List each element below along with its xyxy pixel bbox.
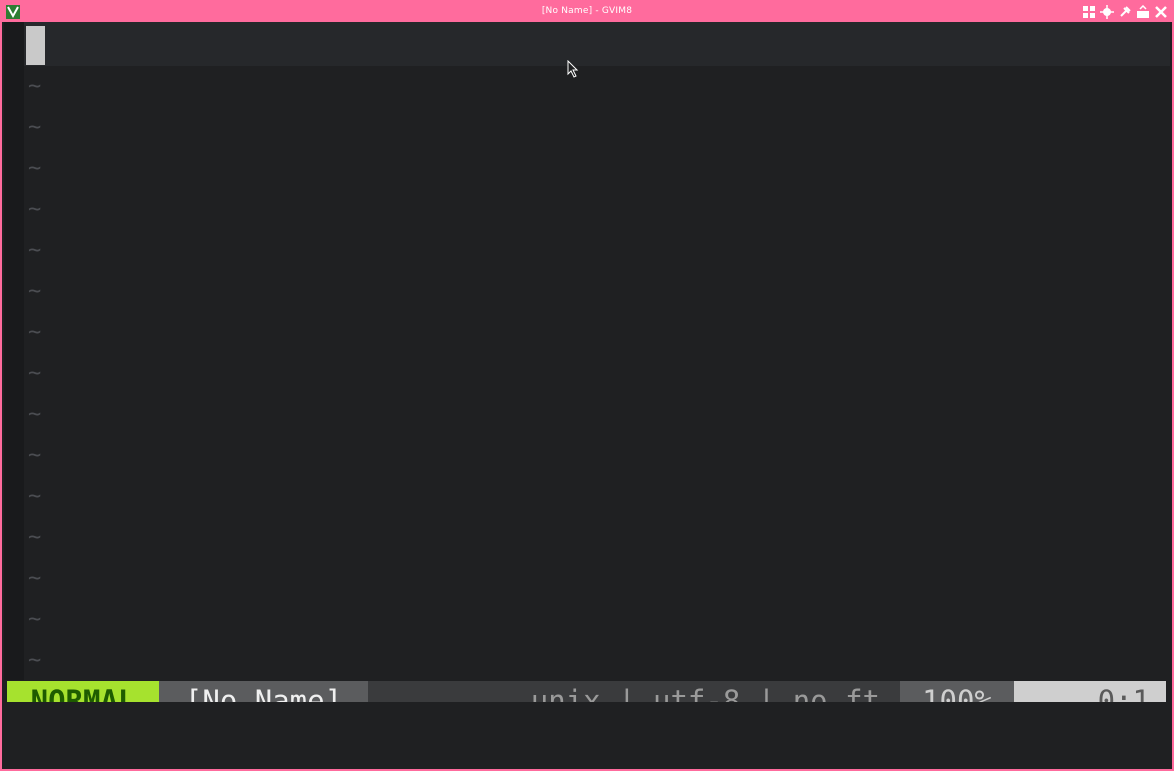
sign-column <box>4 22 24 680</box>
maximize-icon[interactable] <box>1136 5 1150 19</box>
empty-line-tilde: ~ <box>28 525 42 550</box>
empty-line-tilde: ~ <box>28 566 42 591</box>
empty-line-tilde: ~ <box>28 279 42 304</box>
empty-line-tilde: ~ <box>28 115 42 140</box>
tile-icon[interactable] <box>1082 5 1096 19</box>
title-bar[interactable]: [No Name] - GVIM8 <box>2 2 1172 22</box>
editor-area[interactable]: ~ ~ ~ ~ ~ ~ ~ ~ ~ ~ ~ ~ ~ ~ ~ NORMAL [No Name] unix | … <box>4 22 1172 767</box>
empty-line-tilde: ~ <box>28 74 42 99</box>
empty-line-tilde: ~ <box>28 320 42 345</box>
pin-icon[interactable] <box>1118 5 1132 19</box>
close-icon[interactable] <box>1154 5 1168 19</box>
empty-line-tilde: ~ <box>28 402 42 427</box>
cursor-line[interactable] <box>24 22 1170 66</box>
window-controls <box>1082 4 1168 20</box>
empty-line-tilde: ~ <box>28 648 42 673</box>
gvim-window: [No Name] - GVIM8 ~ ~ ~ ~ ~ ~ ~ ~ ~ ~ ~ … <box>0 0 1174 771</box>
empty-line-tilde: ~ <box>28 238 42 263</box>
window-title: [No Name] - GVIM8 <box>541 6 633 16</box>
empty-line-tilde: ~ <box>28 607 42 632</box>
empty-line-tilde: ~ <box>28 361 42 386</box>
empty-line-markers: ~ ~ ~ ~ ~ ~ ~ ~ ~ ~ ~ ~ ~ ~ ~ <box>26 66 66 681</box>
command-line[interactable] <box>6 702 1172 747</box>
empty-line-tilde: ~ <box>28 197 42 222</box>
empty-line-tilde: ~ <box>28 484 42 509</box>
text-cursor <box>26 26 45 65</box>
empty-line-tilde: ~ <box>28 156 42 181</box>
move-icon[interactable] <box>1100 5 1114 19</box>
empty-line-tilde: ~ <box>28 443 42 468</box>
mouse-pointer-icon <box>567 60 579 78</box>
